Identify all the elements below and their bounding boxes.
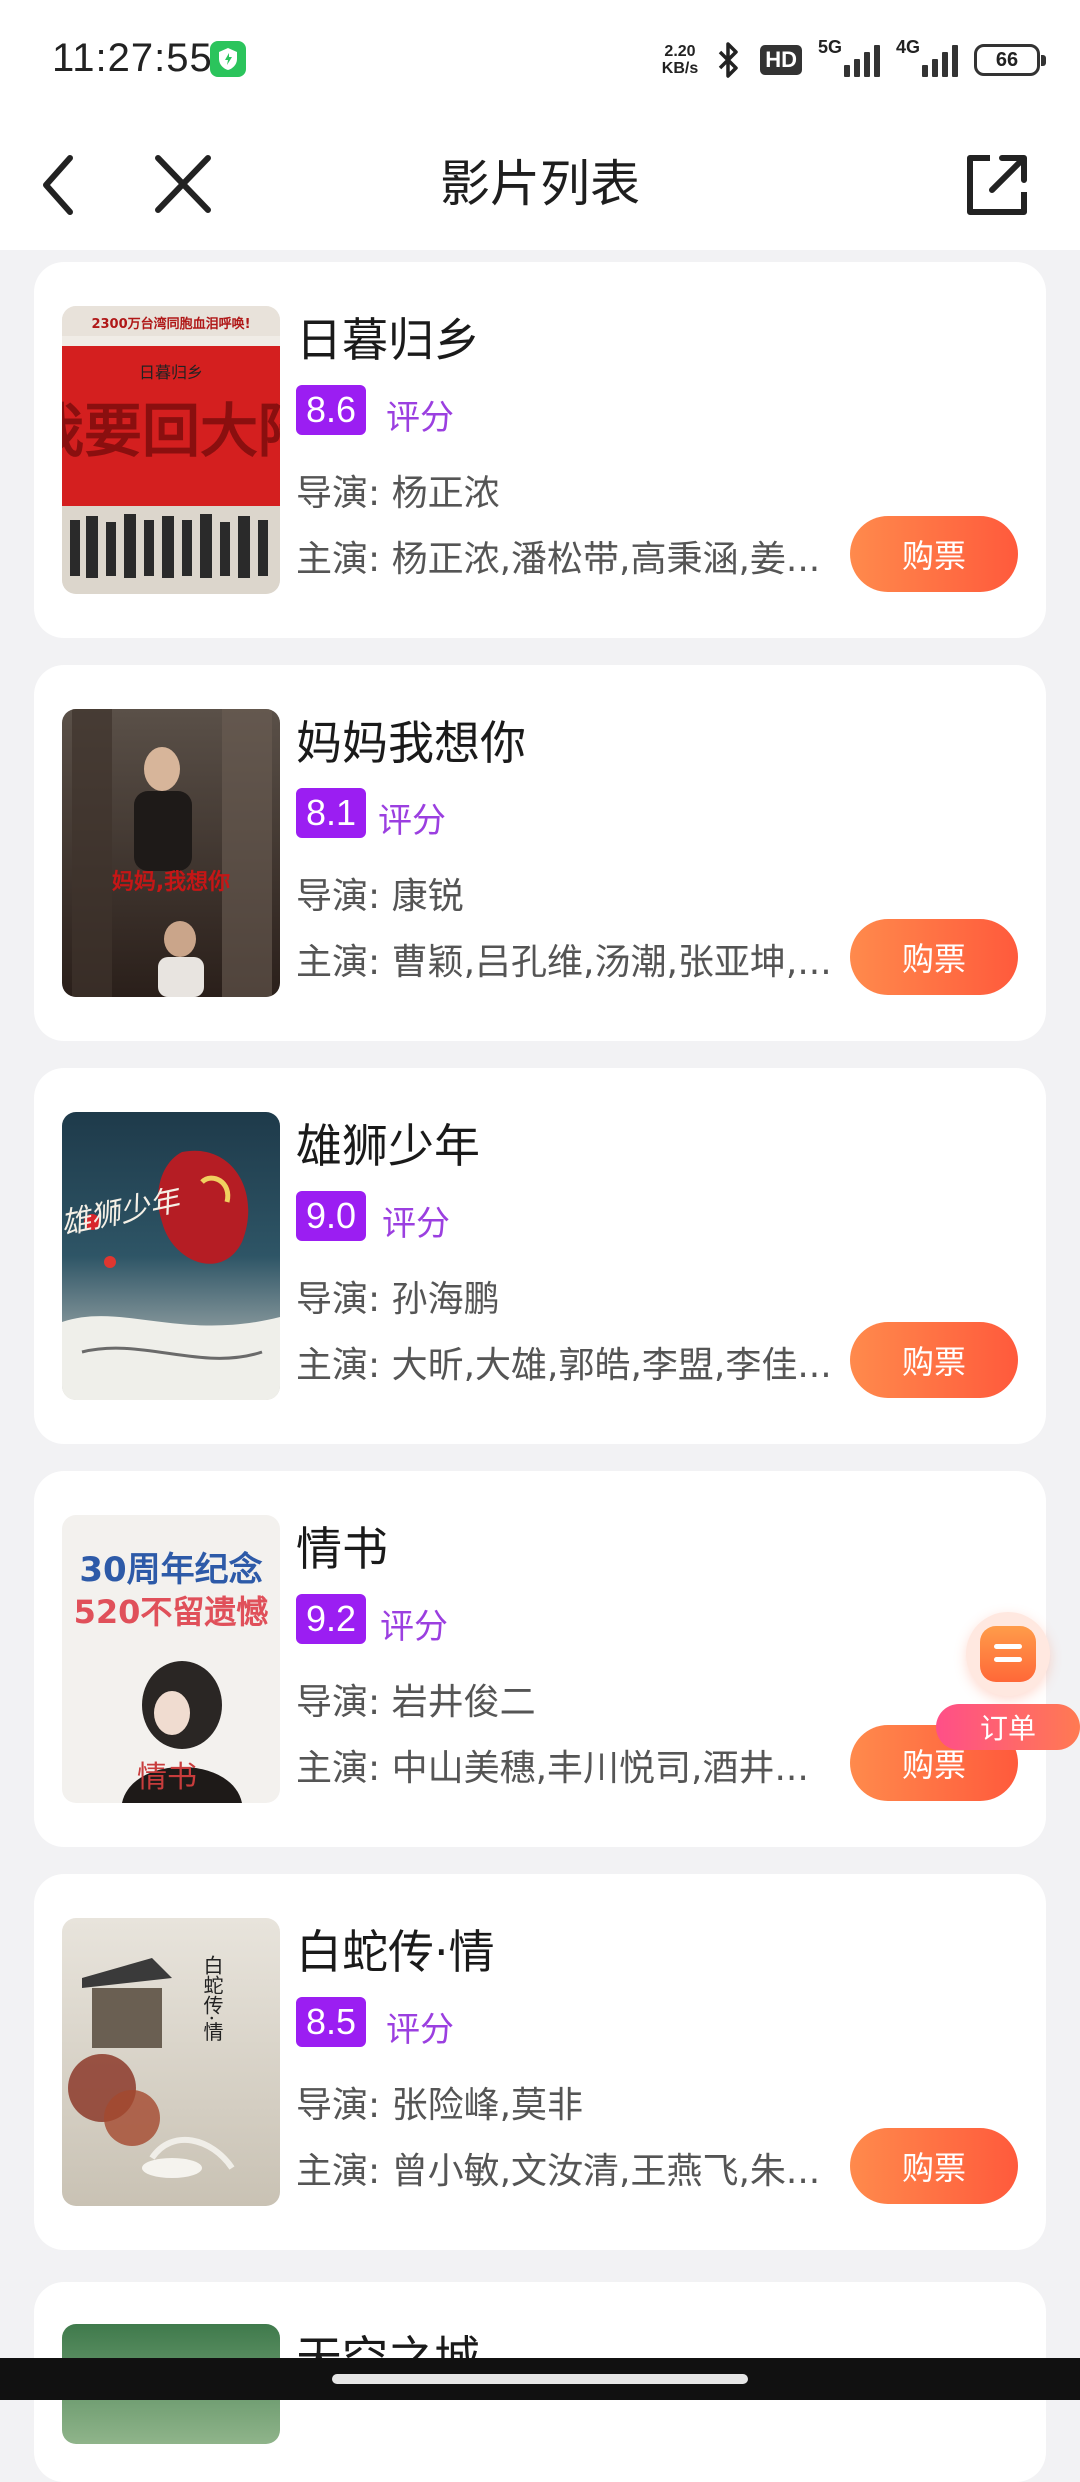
poster-line-1: 30周年纪念	[79, 1550, 262, 1590]
signal-icon: 5G	[818, 37, 880, 77]
cast-text: 主演: 曾小敏,文汝清,王燕飞,朱...	[296, 2151, 821, 2192]
score-label: 评分	[386, 398, 454, 438]
hd-badge: HD	[760, 45, 802, 75]
status-time: 11:27:55	[52, 36, 213, 80]
movie-title[interactable]: 妈妈我想你	[296, 707, 526, 773]
director-text: 导演: 康锐	[296, 876, 464, 917]
order-icon[interactable]	[980, 1626, 1036, 1682]
score-badge: 8.1	[296, 788, 367, 838]
poster-tagline: 2300万台湾同胞血泪呼唤!	[91, 316, 250, 332]
order-label[interactable]: 订单	[936, 1704, 1080, 1750]
score-badge: 9.0	[296, 1191, 367, 1241]
poster-title: 妈妈,我想你	[112, 870, 230, 895]
movie-card[interactable]: 30周年纪念 520不留遗憾 情书 情书 9.2 评分 导演: 岩井俊二 主演:…	[34, 1471, 1046, 1847]
order-float-button[interactable]: 订单	[936, 1612, 1080, 1752]
movie-title[interactable]: 白蛇传·情	[296, 1916, 495, 1982]
buy-ticket-button[interactable]: 购票	[850, 1322, 1018, 1398]
director-text: 导演: 岩井俊二	[296, 1682, 536, 1723]
director-text: 导演: 张险峰,莫非	[296, 2085, 584, 2126]
status-indicators: 2.20 KB/s HD 5G 4G 66	[661, 36, 1046, 84]
score-label: 评分	[380, 1607, 448, 1647]
cast-text: 主演: 杨正浓,潘松带,高秉涵,姜...	[296, 539, 821, 580]
movie-card[interactable]: 白蛇传·情 白蛇传·情 8.5 评分 导演: 张险峰,莫非 主演: 曾小敏,文汝…	[34, 1874, 1046, 2250]
buy-ticket-button[interactable]: 购票	[850, 2128, 1018, 2204]
buy-ticket-button[interactable]: 购票	[850, 516, 1018, 592]
page-title: 影片列表	[440, 155, 640, 213]
score-label: 评分	[386, 2010, 454, 2050]
movie-poster[interactable]: 雄狮少年	[62, 1112, 280, 1400]
movie-title[interactable]: 情书	[296, 1513, 388, 1579]
movie-title[interactable]: 雄狮少年	[296, 1110, 480, 1176]
share-icon[interactable]	[954, 142, 1040, 228]
score-badge: 8.6	[296, 385, 367, 435]
gesture-bar	[0, 2358, 1080, 2400]
cast-text: 主演: 中山美穗,丰川悦司,酒井...	[296, 1748, 809, 1789]
movie-card[interactable]: 妈妈,我想你 妈妈我想你 8.1 评分 导演: 康锐 主演: 曹颖,吕孔维,汤潮…	[34, 665, 1046, 1041]
order-icon-wrap[interactable]	[966, 1612, 1050, 1696]
poster-line-2: 520不留遗憾	[74, 1593, 269, 1631]
bluetooth-icon	[718, 42, 738, 78]
poster-title: 情书	[137, 1760, 197, 1795]
movie-poster[interactable]: 30周年纪念 520不留遗憾 情书	[62, 1515, 280, 1803]
score-label: 评分	[378, 801, 446, 841]
movie-card[interactable]: 雄狮少年 雄狮少年 9.0 评分 导演: 孙海鹏 主演: 大昕,大雄,郭皓,李盟…	[34, 1068, 1046, 1444]
movie-poster[interactable]: 2300万台湾同胞血泪呼唤! 我要回大陆 日暮归乡	[62, 306, 280, 594]
movie-card[interactable]: 2300万台湾同胞血泪呼唤! 我要回大陆 日暮归乡 日暮归乡 8.6 评分 导演…	[34, 262, 1046, 638]
cast-text: 主演: 大昕,大雄,郭皓,李盟,李佳...	[296, 1345, 832, 1386]
director-text: 导演: 孙海鹏	[296, 1279, 500, 1320]
battery-icon: 66	[974, 44, 1046, 76]
movie-poster[interactable]: 妈妈,我想你	[62, 709, 280, 997]
poster-title: 白蛇传·情	[200, 1954, 224, 2041]
signal-icon-4g: 4G	[896, 37, 958, 77]
shield-icon	[210, 41, 246, 77]
score-label: 评分	[382, 1204, 450, 1244]
score-badge: 9.2	[296, 1594, 367, 1644]
buy-ticket-button[interactable]: 购票	[850, 919, 1018, 995]
network-speed: 2.20 KB/s	[661, 43, 699, 77]
cast-text: 主演: 曹颖,吕孔维,汤潮,张亚坤,...	[296, 942, 832, 983]
movie-poster[interactable]: 白蛇传·情	[62, 1918, 280, 2206]
status-bar: 11:27:55 2.20 KB/s HD 5G 4G 66	[0, 0, 1080, 120]
score-badge: 8.5	[296, 1997, 367, 2047]
nav-bar: 影片列表	[0, 120, 1080, 250]
poster-headline: 我要回大陆	[62, 397, 280, 465]
movie-title[interactable]: 日暮归乡	[296, 304, 480, 370]
poster-subtitle: 日暮归乡	[139, 363, 203, 382]
home-indicator[interactable]	[332, 2374, 748, 2384]
director-text: 导演: 杨正浓	[296, 473, 500, 514]
